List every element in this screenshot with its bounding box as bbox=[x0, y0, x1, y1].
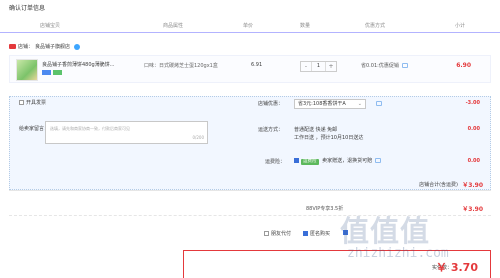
insurance-label: 运费险： bbox=[265, 159, 286, 165]
promo-text: 省0.01:优惠促销 bbox=[361, 62, 408, 69]
qty-input[interactable]: 1 bbox=[311, 62, 326, 71]
coupon-amount: -3.00 bbox=[465, 100, 480, 106]
col-subtotal: 小计 bbox=[455, 23, 466, 29]
order-item-row: 良品铺子香煎薄饼480g薄脆饼... 口味：日式碳烤芝士蛋120gx1盒 6.9… bbox=[9, 55, 491, 83]
insurance-text: 卖家赠送，退换货可赔 bbox=[322, 158, 373, 164]
insurance-info-icon[interactable] bbox=[375, 158, 382, 163]
anonymous-checkbox[interactable] bbox=[303, 231, 308, 236]
invoice-label: 开具发票 bbox=[26, 100, 47, 106]
delivery-method: 普通配送 快递 免邮 bbox=[294, 127, 338, 133]
coupon-select[interactable]: 省3元:108香香饼干A ⌄ bbox=[294, 99, 366, 109]
chat-badge-icon[interactable] bbox=[74, 43, 81, 50]
shop-name-link[interactable]: 良品铺子旗舰店 bbox=[35, 43, 70, 50]
friend-pay-label: 朋友代付 bbox=[271, 231, 292, 237]
invoice-option[interactable]: 开具发票 bbox=[19, 99, 46, 106]
product-name-link[interactable]: 良品铺子香煎薄饼480g薄脆饼... bbox=[42, 62, 134, 69]
message-icon[interactable] bbox=[401, 63, 408, 68]
qty-plus-button[interactable]: + bbox=[326, 62, 336, 71]
chevron-down-icon: ⌄ bbox=[357, 101, 362, 107]
friend-pay-checkbox[interactable] bbox=[264, 231, 269, 236]
col-attributes: 商品属性 bbox=[163, 23, 184, 29]
vip-total: ￥3.90 bbox=[462, 206, 483, 213]
col-discount: 优惠方式 bbox=[365, 23, 386, 29]
shop-total-label: 店铺合计(含运费) bbox=[419, 182, 458, 188]
watermark-site: zhizhizhi.com bbox=[347, 246, 449, 261]
watermark-logo: 值值值 bbox=[340, 214, 431, 248]
insurance-info: 运费险 卖家赠送，退换货可赔 bbox=[294, 157, 382, 165]
qty-minus-button[interactable]: - bbox=[301, 62, 311, 71]
shop-total-value: ￥3.90 bbox=[462, 182, 483, 189]
item-subtotal: 6.90 bbox=[456, 62, 471, 69]
message-char-count: 0/200 bbox=[192, 135, 204, 140]
col-quantity: 数量 bbox=[300, 23, 311, 29]
pay-amount: ￥ 3.70 bbox=[436, 261, 478, 274]
invoice-checkbox[interactable] bbox=[19, 100, 24, 105]
service-tag-icon bbox=[42, 70, 51, 75]
promo-label: 省0.01:优惠促销 bbox=[361, 63, 399, 69]
col-shop-items: 店铺宝贝 bbox=[40, 23, 61, 29]
insurance-pill: 运费险 bbox=[301, 159, 319, 165]
shop-prefix: 店铺： bbox=[18, 44, 34, 50]
delivery-amount: 0.00 bbox=[467, 126, 480, 132]
delivery-info: 普通配送 快递 免邮 工作日送 ，预计10月10日送达 bbox=[294, 126, 363, 142]
coupon-selected-value: 省3元:108香香饼干A bbox=[298, 101, 346, 107]
quantity-stepper: - 1 + bbox=[300, 61, 337, 72]
coupon-label: 店铺优惠： bbox=[258, 101, 284, 107]
divider bbox=[9, 190, 491, 191]
col-unit-price: 单价 bbox=[243, 23, 254, 29]
vip-discount-text: 88VIP专享3.5折 bbox=[306, 206, 344, 212]
friend-pay-option[interactable]: 朋友代付 bbox=[264, 230, 291, 237]
product-name-block: 良品铺子香煎薄饼480g薄脆饼... bbox=[42, 62, 134, 78]
seller-message-input[interactable]: 选填，请先和商家协商一致，付款后商家可见 0/200 bbox=[45, 121, 208, 144]
coupon-info-icon[interactable] bbox=[376, 101, 382, 106]
delivery-eta: 工作日送 ，预计10月10日送达 bbox=[294, 135, 364, 141]
insurance-checkbox[interactable] bbox=[294, 158, 299, 163]
store-icon bbox=[9, 44, 16, 49]
page-title: 确认订单信息 bbox=[9, 5, 46, 12]
guarantee-tag-icon bbox=[53, 70, 62, 75]
anonymous-option[interactable]: 匿名购买 bbox=[303, 230, 330, 237]
product-thumbnail[interactable] bbox=[16, 59, 38, 81]
shop-row: 店铺： 良品铺子旗舰店 bbox=[9, 43, 81, 50]
unit-price: 6.91 bbox=[251, 62, 263, 68]
column-header-row: 店铺宝贝 商品属性 单价 数量 优惠方式 小计 bbox=[0, 19, 500, 33]
product-sku: 口味：日式碳烤芝士蛋120gx1盒 bbox=[144, 63, 218, 69]
message-placeholder: 选填，请先和商家协商一致，付款后商家可见 bbox=[50, 126, 130, 131]
delivery-label: 运送方式： bbox=[258, 127, 284, 133]
anonymous-label: 匿名购买 bbox=[310, 231, 331, 237]
insurance-amount: 0.00 bbox=[467, 158, 480, 164]
